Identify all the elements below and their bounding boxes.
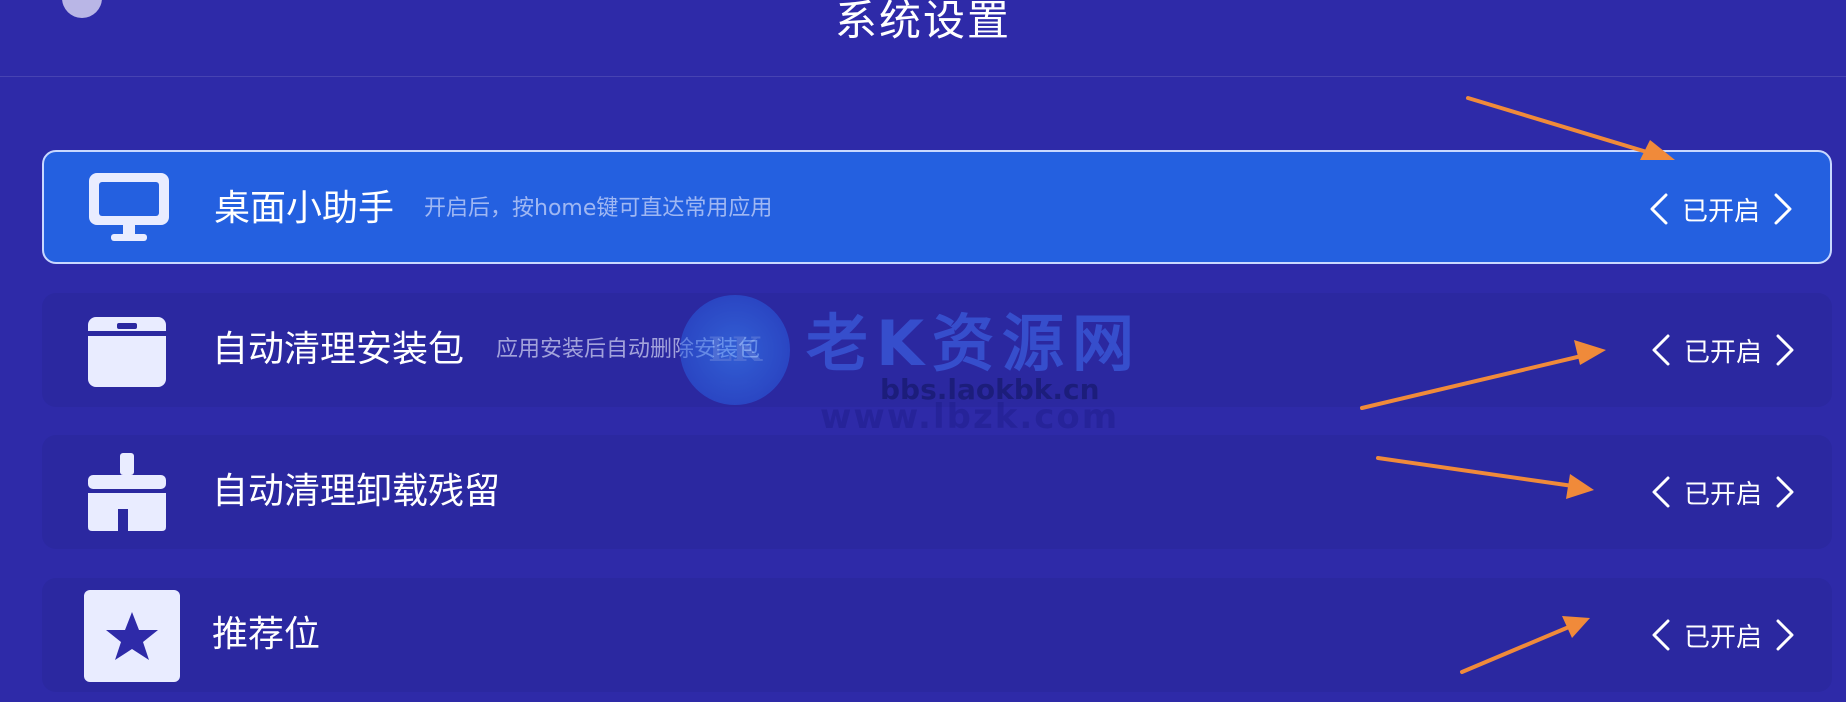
setting-row-recommendation-slot[interactable]: 推荐位 已开启 <box>42 578 1832 692</box>
status-selector[interactable]: 已开启 <box>1650 578 1796 692</box>
top-bar: 系统设置 <box>0 0 1846 77</box>
setting-title: 自动清理卸载残留 <box>212 471 501 512</box>
star-icon <box>84 590 180 682</box>
brush-icon <box>84 453 170 533</box>
status-selector[interactable]: 已开启 <box>1648 152 1794 266</box>
setting-description: 开启后，按home键可直达常用应用 <box>424 196 773 221</box>
setting-title: 自动清理安装包 <box>212 329 465 370</box>
setting-title: 桌面小助手 <box>214 188 395 229</box>
setting-title: 推荐位 <box>212 614 321 655</box>
watermark-title: 老K资源网 <box>806 307 1143 380</box>
status-value: 已开启 <box>1681 196 1760 227</box>
chevron-right-icon[interactable] <box>1774 474 1796 510</box>
status-value: 已开启 <box>1683 479 1762 510</box>
status-value: 已开启 <box>1683 337 1762 368</box>
watermark-badge-text: LK <box>708 330 762 370</box>
box-icon <box>84 311 170 391</box>
watermark-url: bbs.laokbk.cn <box>880 373 1100 406</box>
chevron-left-icon[interactable] <box>1650 474 1672 510</box>
chevron-right-icon[interactable] <box>1772 191 1794 227</box>
chevron-right-icon[interactable] <box>1774 332 1796 368</box>
status-selector[interactable]: 已开启 <box>1650 293 1796 407</box>
page-title: 系统设置 <box>834 0 1011 45</box>
chevron-left-icon[interactable] <box>1648 191 1670 227</box>
chevron-left-icon[interactable] <box>1650 617 1672 653</box>
status-value: 已开启 <box>1683 622 1762 653</box>
chevron-right-icon[interactable] <box>1774 617 1796 653</box>
status-selector[interactable]: 已开启 <box>1650 435 1796 549</box>
chevron-left-icon[interactable] <box>1650 332 1672 368</box>
monitor-icon <box>86 170 172 250</box>
setting-row-clean-uninstall-residue[interactable]: 自动清理卸载残留 已开启 <box>42 435 1832 549</box>
setting-row-desktop-assistant[interactable]: 桌面小助手 开启后，按home键可直达常用应用 已开启 <box>42 150 1832 264</box>
watermark: LK 老K资源网 www.lbzk.com bbs.laokbk.cn <box>680 285 1200 437</box>
